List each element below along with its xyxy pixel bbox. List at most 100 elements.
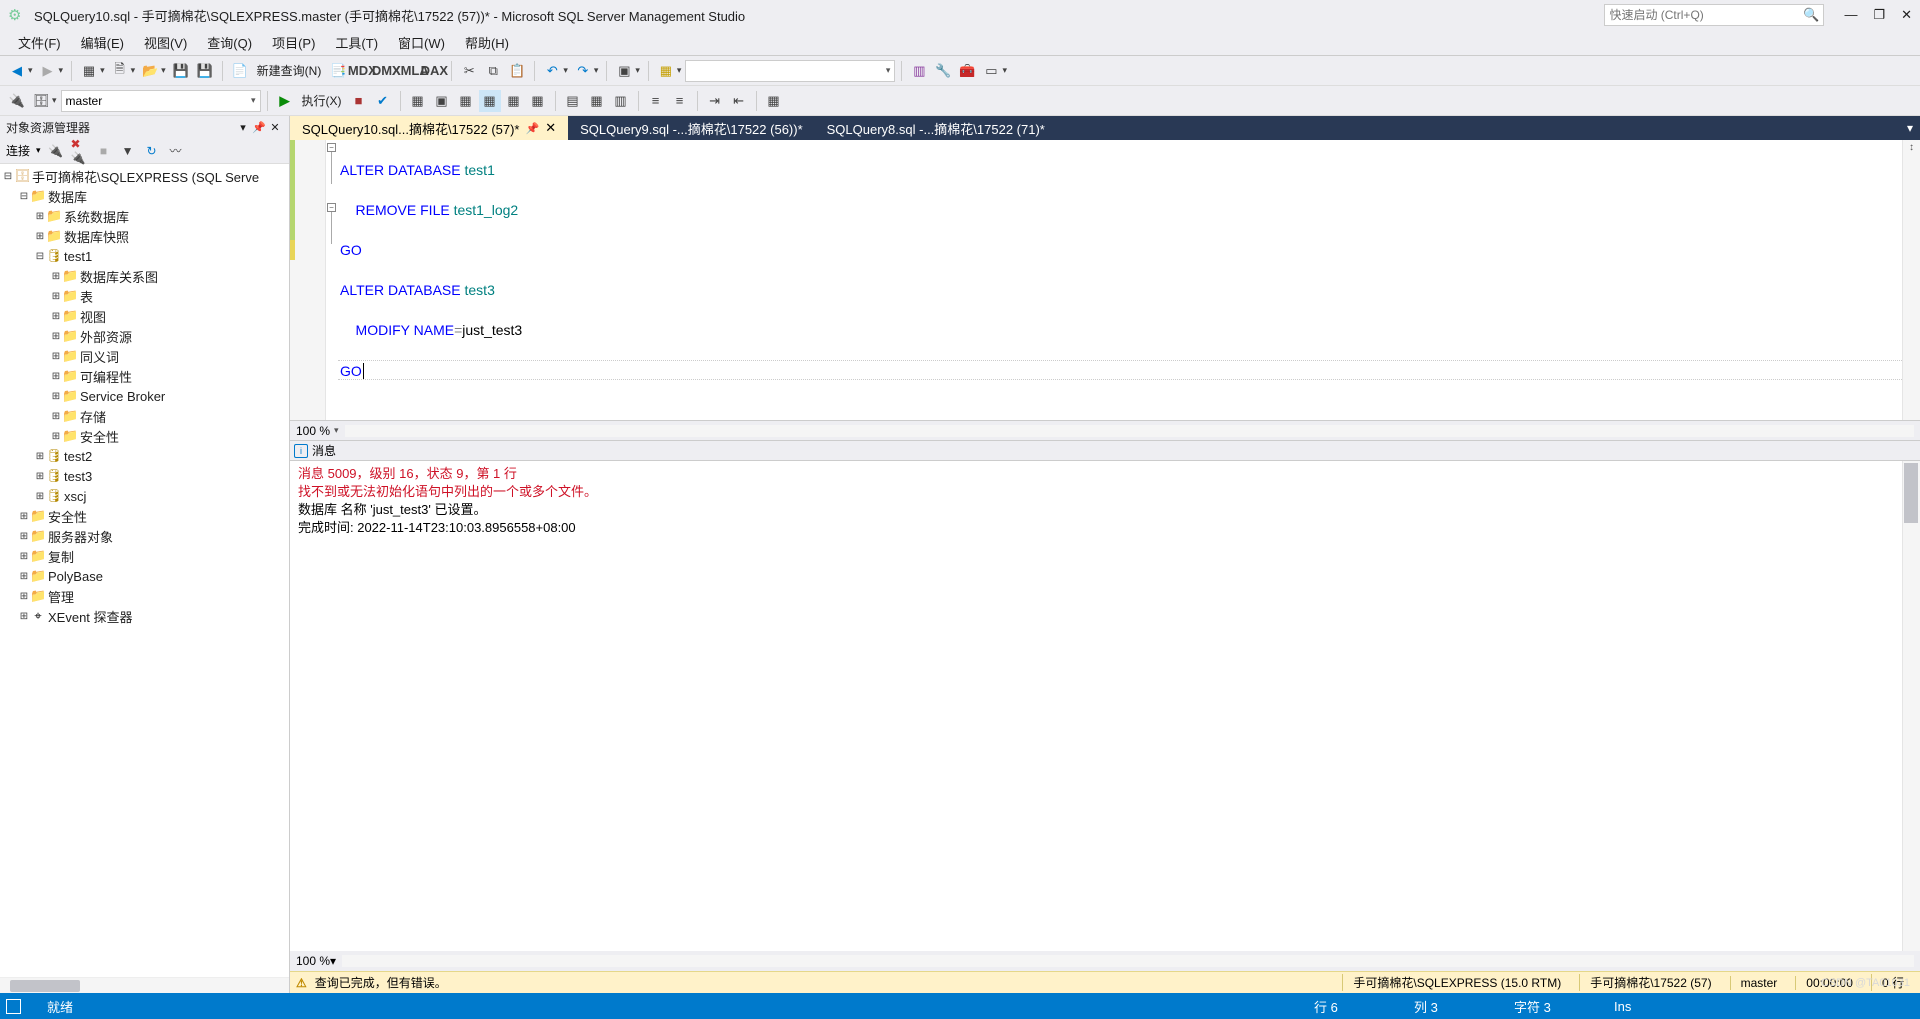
find-button[interactable]: ▦ [655,60,677,82]
menu-file[interactable]: 文件(F) [10,30,69,55]
tree-db-test1[interactable]: ⊟🛢test1 [0,246,289,266]
fold-icon[interactable]: − [327,143,336,152]
expand-icon[interactable]: ⊞ [18,571,30,582]
tree-node[interactable]: ⊞📁安全性 [0,426,289,446]
expand-icon[interactable]: ⊞ [50,391,62,402]
disconnect-icon[interactable]: ✖🔌 [71,142,89,160]
split-icon[interactable]: ↕ [1909,142,1914,153]
close-button[interactable]: ✕ [1901,7,1912,23]
xmla-button[interactable]: XMLA [399,60,421,82]
activity-button[interactable]: ▣ [613,60,635,82]
dax-button[interactable]: DAX [423,60,445,82]
tab-query9[interactable]: SQLQuery9.sql -...摘棉花\17522 (56))* [568,116,815,140]
menu-view[interactable]: 视图(V) [136,30,195,55]
quick-launch-input[interactable] [1609,8,1803,22]
toolbox-button[interactable]: 🧰 [956,60,978,82]
collapse-icon[interactable]: ⊟ [2,171,14,182]
tree-node[interactable]: ⊞📁数据库关系图 [0,266,289,286]
tree-db-node[interactable]: ⊞🛢test3 [0,466,289,486]
close-icon[interactable]: ✕ [545,120,556,136]
horizontal-scrollbar[interactable] [0,977,289,993]
expand-icon[interactable]: ⊞ [34,471,46,482]
drop-icon[interactable]: ▾ [563,65,568,76]
expand-icon[interactable]: ⊞ [50,351,62,362]
search-icon[interactable]: 🔍 [1803,7,1819,23]
tree-node[interactable]: ⊞📁安全性 [0,506,289,526]
client-stats-button[interactable]: ▦ [527,90,549,112]
tab-query8[interactable]: SQLQuery8.sql -...摘棉花\17522 (71)* [815,116,1057,140]
stop-icon[interactable]: ■ [95,142,113,160]
messages-panel[interactable]: 消息 5009，级别 16，状态 9，第 1 行 找不到或无法初始化语句中列出的… [290,461,1920,951]
tree-db-node[interactable]: ⊞🛢test2 [0,446,289,466]
expand-icon[interactable]: ⊞ [50,331,62,342]
menu-help[interactable]: 帮助(H) [457,30,517,55]
registered-servers-button[interactable]: ▥ [908,60,930,82]
expand-icon[interactable]: ⊞ [50,271,62,282]
estimated-plan-button[interactable]: ▦ [407,90,429,112]
expand-icon[interactable]: ⊞ [18,531,30,542]
save-all-button[interactable]: 💾 [194,60,216,82]
tree-node[interactable]: ⊞📁可编程性 [0,366,289,386]
drop-icon[interactable]: ▾ [635,65,640,76]
expand-icon[interactable]: ⊞ [50,291,62,302]
expand-icon[interactable]: ⊞ [34,491,46,502]
menu-query[interactable]: 查询(Q) [199,30,260,55]
cut-button[interactable]: ✂ [458,60,480,82]
connect-icon[interactable]: 🔌 [47,142,65,160]
query-options-button[interactable]: ▣ [431,90,453,112]
code-scrollbar[interactable]: ↕ [1902,140,1920,420]
zoom-value[interactable]: 100 % [296,954,330,968]
tree-node[interactable]: ⊞📁数据库快照 [0,226,289,246]
find-combo[interactable]: ▾ [685,60,895,82]
outdent-button[interactable]: ⇤ [728,90,750,112]
drop-icon[interactable]: ▾ [1002,65,1007,76]
back-button[interactable]: ◀ [6,60,28,82]
new-file-button[interactable]: 🗎 [109,60,131,82]
results-grid-button[interactable]: ▦ [586,90,608,112]
live-stats-button[interactable]: ▦ [503,90,525,112]
drop-icon[interactable]: ▾ [131,65,136,76]
expand-icon[interactable]: ⊞ [34,231,46,242]
results-text-button[interactable]: ▤ [562,90,584,112]
paste-button[interactable]: 📋 [506,60,528,82]
expand-icon[interactable]: ⊞ [18,591,30,602]
horizontal-scrollbar[interactable] [342,955,1914,967]
forward-button[interactable]: ▶ [37,60,59,82]
change-connection-button[interactable]: 🔌 [6,90,28,112]
intellisense-button[interactable]: ▦ [455,90,477,112]
tree-node[interactable]: ⊞📁外部资源 [0,326,289,346]
tab-overflow-icon[interactable]: ▾ [1900,116,1920,140]
expand-icon[interactable]: ⊞ [18,551,30,562]
fold-gutter[interactable]: − − [326,140,338,420]
window-position-icon[interactable]: ▾ [235,121,251,134]
expand-icon[interactable]: ⊞ [18,611,30,622]
menu-window[interactable]: 窗口(W) [390,30,453,55]
layout-button[interactable]: ▭ [980,60,1002,82]
code-editor[interactable]: − − ALTER DATABASE test1 REMOVE FILE tes… [290,140,1920,421]
messages-tab[interactable]: 消息 [312,442,336,459]
tree-node[interactable]: ⊞📁同义词 [0,346,289,366]
expand-icon[interactable]: ⊞ [34,451,46,462]
maximize-button[interactable]: ❐ [1873,7,1885,23]
drop-icon[interactable]: ▾ [594,65,599,76]
object-tree[interactable]: ⊟🗄手可摘棉花\SQLEXPRESS (SQL Serve ⊟📁数据库 ⊞📁系统… [0,164,289,977]
open-button[interactable]: 📂 [139,60,161,82]
tree-node[interactable]: ⊞📁系统数据库 [0,206,289,226]
horizontal-scrollbar[interactable] [345,425,1914,437]
uncomment-button[interactable]: ≡ [669,90,691,112]
pin-icon[interactable]: 📌 [526,122,540,135]
expand-icon[interactable]: ⊞ [50,431,62,442]
expand-icon[interactable]: ⊞ [34,211,46,222]
tree-node[interactable]: ⊞📁服务器对象 [0,526,289,546]
fold-icon[interactable]: − [327,203,336,212]
menu-tools[interactable]: 工具(T) [327,30,386,55]
drop-icon[interactable]: ▾ [100,65,105,76]
expand-icon[interactable]: ⊞ [50,371,62,382]
tree-node[interactable]: ⊞📁PolyBase [0,566,289,586]
collapse-icon[interactable]: ⊟ [18,191,30,202]
scroll-thumb[interactable] [1904,463,1918,523]
expand-icon[interactable]: ⊞ [50,411,62,422]
menu-project[interactable]: 项目(P) [264,30,323,55]
copy-button[interactable]: ⧉ [482,60,504,82]
pin-icon[interactable]: 📌 [251,121,267,134]
